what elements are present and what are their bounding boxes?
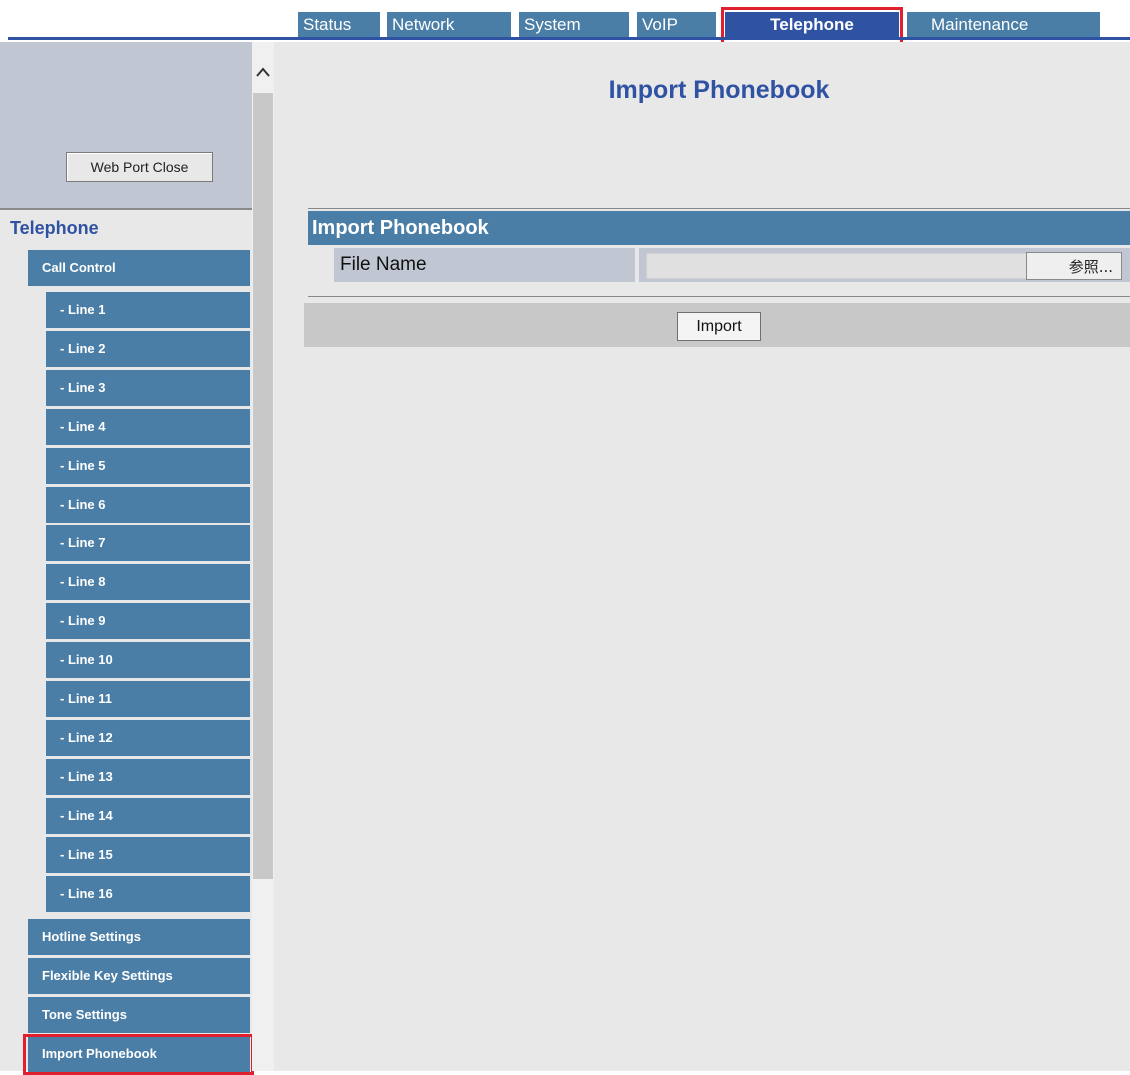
sidebar-item-line-7[interactable]: - Line 7 (46, 525, 250, 561)
sidebar: Web Port Close Telephone Call Control - … (0, 42, 274, 1075)
sidebar-item-line-16[interactable]: - Line 16 (46, 876, 250, 912)
tab-voip[interactable]: VoIP (637, 12, 716, 37)
import-button[interactable]: Import (677, 312, 761, 341)
sidebar-section-title: Telephone (10, 218, 99, 238)
sidebar-item-line-4[interactable]: - Line 4 (46, 409, 250, 445)
nav-rule (8, 37, 1130, 40)
sidebar-scroll-thumb[interactable] (253, 93, 273, 879)
action-bar: Import (304, 303, 1130, 347)
web-port-close-button[interactable]: Web Port Close (66, 152, 213, 182)
sidebar-divider (0, 208, 252, 210)
tab-system[interactable]: System (519, 12, 629, 37)
sidebar-item-line-5[interactable]: - Line 5 (46, 448, 250, 484)
section-header: Import Phonebook (308, 211, 1130, 245)
file-name-cell: 参照... (639, 248, 1130, 282)
file-name-input[interactable] (646, 253, 1027, 279)
section-divider-bottom (308, 296, 1130, 297)
sidebar-item-tone-settings[interactable]: Tone Settings (28, 997, 250, 1033)
sidebar-item-hotline-settings[interactable]: Hotline Settings (28, 919, 250, 955)
top-nav: Status Network System VoIP Telephone Mai… (0, 0, 1130, 46)
sidebar-item-line-9[interactable]: - Line 9 (46, 603, 250, 639)
tab-network[interactable]: Network (387, 12, 511, 37)
file-name-label: File Name (334, 248, 635, 282)
sidebar-item-line-11[interactable]: - Line 11 (46, 681, 250, 717)
sidebar-item-line-3[interactable]: - Line 3 (46, 370, 250, 406)
sidebar-header: Web Port Close (0, 42, 252, 209)
browse-button[interactable]: 参照... (1026, 252, 1122, 280)
sidebar-item-call-control[interactable]: Call Control (28, 250, 250, 286)
sidebar-item-flexible-key-settings[interactable]: Flexible Key Settings (28, 958, 250, 994)
page-title: Import Phonebook (608, 76, 830, 104)
section-divider-top (308, 208, 1130, 209)
sidebar-item-line-10[interactable]: - Line 10 (46, 642, 250, 678)
main-content: Import Phonebook Import Phonebook File N… (274, 42, 1130, 1071)
sidebar-item-line-2[interactable]: - Line 2 (46, 331, 250, 367)
tab-telephone[interactable]: Telephone (725, 12, 899, 37)
sidebar-item-line-12[interactable]: - Line 12 (46, 720, 250, 756)
tab-maintenance[interactable]: Maintenance (907, 12, 1100, 37)
chevron-up-icon[interactable] (253, 64, 273, 82)
sidebar-item-line-1[interactable]: - Line 1 (46, 292, 250, 328)
sidebar-item-line-15[interactable]: - Line 15 (46, 837, 250, 873)
tab-status[interactable]: Status (298, 12, 380, 37)
sidebar-item-import-phonebook[interactable]: Import Phonebook (28, 1036, 250, 1072)
sidebar-item-line-8[interactable]: - Line 8 (46, 564, 250, 600)
sidebar-item-line-13[interactable]: - Line 13 (46, 759, 250, 795)
sidebar-item-line-6[interactable]: - Line 6 (46, 487, 250, 523)
sidebar-item-line-14[interactable]: - Line 14 (46, 798, 250, 834)
